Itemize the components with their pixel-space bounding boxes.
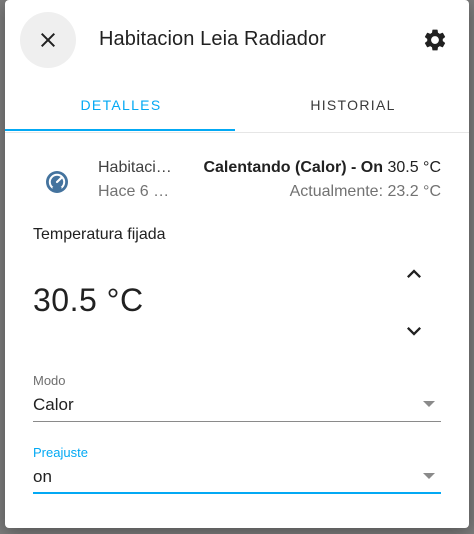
preset-label: Preajuste <box>33 445 88 460</box>
close-icon <box>41 33 55 47</box>
current-temperature: Actualmente: 23.2 °C <box>289 183 441 200</box>
state-main: Calentando (Calor) - On <box>203 159 384 176</box>
decrease-temperature-button[interactable] <box>394 311 434 351</box>
thermostat-icon <box>46 171 68 193</box>
tab-bar: DETALLES HISTORIAL <box>5 80 469 133</box>
dropdown-arrow-icon <box>423 473 435 479</box>
close-button[interactable] <box>20 12 76 68</box>
entity-name[interactable]: Habitaci… <box>98 159 180 177</box>
increase-temperature-button[interactable] <box>394 254 434 294</box>
dialog-header: Habitacion Leia Radiador <box>5 0 469 80</box>
preset-underline <box>33 492 441 494</box>
setpoint-value: 30.5 °C <box>33 282 144 318</box>
preset-select[interactable]: Preajuste on <box>33 440 441 498</box>
preset-value: on <box>33 467 52 486</box>
mode-value: Calor <box>33 395 74 414</box>
chevron-up-icon <box>407 269 421 278</box>
setpoint-label: Temperatura fijada <box>33 226 166 243</box>
mode-underline <box>33 421 441 422</box>
entity-last-changed: Hace 6 … <box>98 183 170 200</box>
entity-state: Calentando (Calor) - On 30.5 °C <box>203 159 441 177</box>
dialog-title: Habitacion Leia Radiador <box>99 28 326 50</box>
state-target: 30.5 °C <box>383 159 441 176</box>
tab-details[interactable]: DETALLES <box>5 80 237 130</box>
tab-active-indicator <box>5 129 235 131</box>
settings-button[interactable] <box>419 24 451 56</box>
gear-icon <box>424 29 446 51</box>
mode-select[interactable]: Modo Calor <box>33 368 441 426</box>
mode-label: Modo <box>33 373 66 388</box>
entity-state-row: Habitaci… Hace 6 … Calentando (Calor) - … <box>5 148 469 208</box>
dropdown-arrow-icon <box>423 401 435 407</box>
tab-history[interactable]: HISTORIAL <box>237 80 469 130</box>
chevron-down-icon <box>407 327 421 336</box>
more-info-dialog: Habitacion Leia Radiador DETALLES HISTOR… <box>5 0 469 528</box>
